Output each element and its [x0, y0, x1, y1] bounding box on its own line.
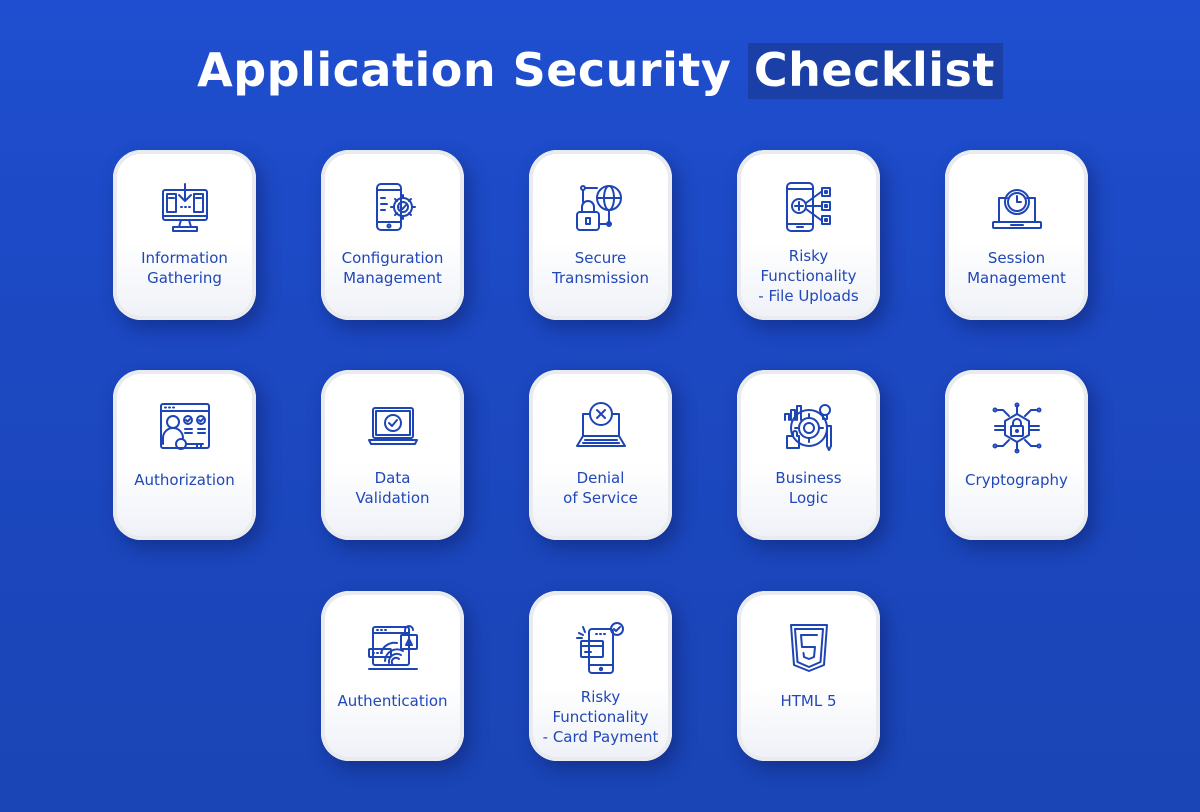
page-title: Application Security Checklist	[0, 40, 1200, 100]
card-secure-transmission: Secure Transmission	[529, 150, 672, 320]
card-label: Information Gathering	[141, 249, 228, 287]
card-label: Risky Functionality - Card Payment	[542, 688, 659, 746]
card-business-logic: Business Logic	[737, 370, 880, 540]
card-label: Business Logic	[775, 469, 842, 507]
laptop-check-icon	[365, 400, 421, 456]
gear-bulb-icon	[781, 400, 837, 456]
card-label: Denial of Service	[563, 469, 638, 507]
card-label: HTML 5	[780, 692, 837, 710]
monitor-download-icon	[157, 180, 213, 236]
card-risky-functionality-file-uploads: Risky Functionality - File Uploads	[737, 150, 880, 320]
card-label: Data Validation	[355, 469, 430, 507]
title-main: Application Security	[197, 43, 732, 97]
lock-globe-icon	[573, 180, 629, 236]
card-authorization: Authorization	[113, 370, 256, 540]
card-risky-functionality-card-payment: Risky Functionality - Card Payment	[529, 591, 672, 761]
card-label: Configuration Management	[341, 249, 444, 287]
user-key-icon	[157, 400, 213, 456]
card-data-validation: Data Validation	[321, 370, 464, 540]
phone-gear-icon	[365, 180, 421, 236]
laptop-clock-icon	[989, 180, 1045, 236]
card-configuration-management: Configuration Management	[321, 150, 464, 320]
card-denial-of-service: Denial of Service	[529, 370, 672, 540]
card-label: Session Management	[967, 249, 1066, 287]
laptop-x-icon	[573, 400, 629, 456]
fingerprint-icon	[365, 621, 421, 677]
card-authentication: Authentication	[321, 591, 464, 761]
card-cryptography: Cryptography	[945, 370, 1088, 540]
card-information-gathering: Information Gathering	[113, 150, 256, 320]
card-label: Risky Functionality - File Uploads	[758, 247, 859, 305]
card-label: Authentication	[337, 692, 448, 710]
card-label: Cryptography	[965, 471, 1068, 489]
card-label: Secure Transmission	[552, 249, 649, 287]
card-html5: HTML 5	[737, 591, 880, 761]
html5-icon	[781, 621, 837, 677]
title-highlight: Checklist	[747, 43, 1003, 99]
phone-card-icon	[573, 621, 629, 677]
phone-upload-icon	[781, 180, 837, 236]
card-session-management: Session Management	[945, 150, 1088, 320]
circuit-lock-icon	[989, 400, 1045, 456]
card-label: Authorization	[134, 471, 235, 489]
